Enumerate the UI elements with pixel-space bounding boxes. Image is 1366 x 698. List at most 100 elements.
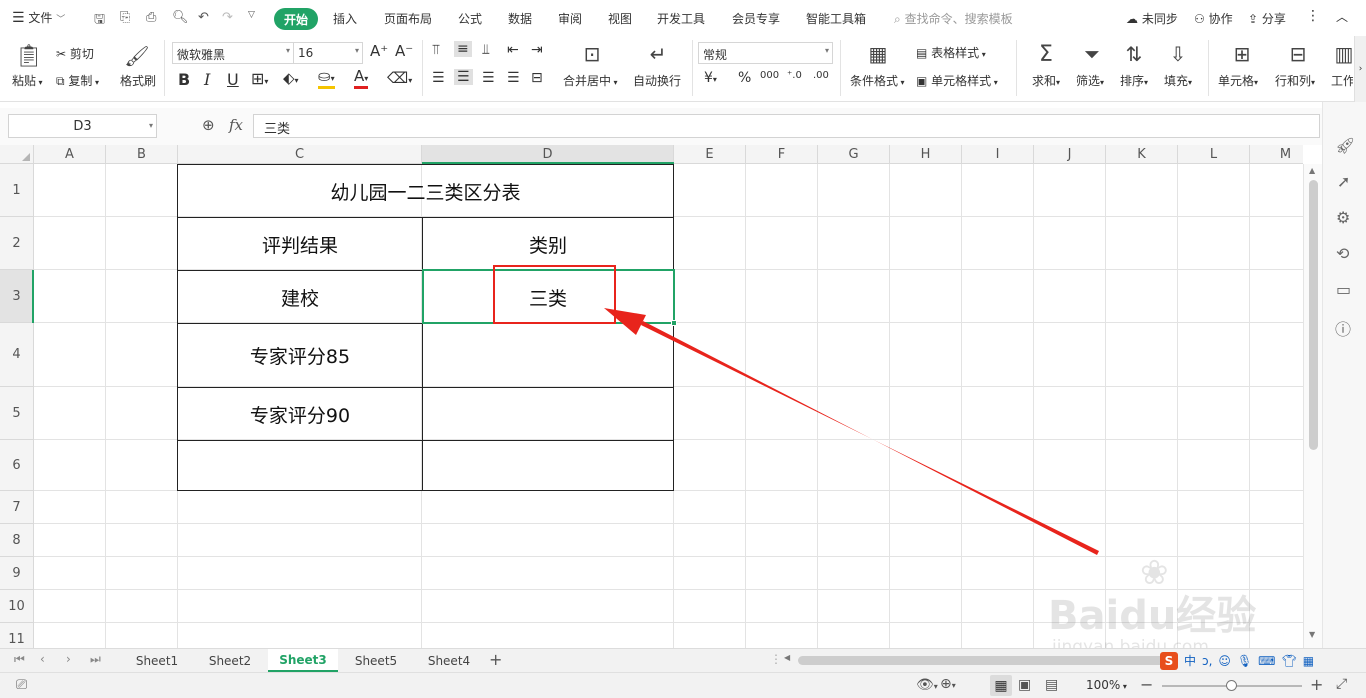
number-format-select[interactable]: 常规 ▾: [698, 42, 833, 64]
fill-icon[interactable]: ⇩: [1164, 40, 1192, 68]
indent-increase-icon[interactable]: ⇥: [531, 42, 543, 58]
keyboard-icon[interactable]: ⌨: [1258, 654, 1275, 668]
tab-member[interactable]: 会员专享: [732, 10, 780, 27]
sheet-tab[interactable]: Sheet2: [196, 649, 264, 672]
formula-input[interactable]: 三类: [253, 114, 1320, 138]
filter-icon[interactable]: ⏷: [1078, 40, 1106, 68]
name-box[interactable]: D3 ▾: [8, 114, 157, 138]
menu-button[interactable]: ☰ 文件 ﹀: [12, 9, 65, 26]
justify-icon[interactable]: ☰: [507, 70, 520, 86]
horizontal-scrollbar[interactable]: ◀: [782, 652, 1182, 668]
distribute-icon[interactable]: ⊟: [531, 70, 543, 86]
paste-icon[interactable]: 📋︎: [14, 42, 44, 70]
cursor-icon[interactable]: ➚: [1337, 172, 1350, 191]
currency-icon[interactable]: ¥▾: [704, 70, 717, 86]
format-painter-button[interactable]: 格式刷: [120, 72, 156, 89]
tab-home[interactable]: 开始: [274, 8, 318, 30]
fill-color-icon[interactable]: ⛀▾: [318, 69, 335, 89]
more-icon[interactable]: ▽: [248, 10, 255, 20]
last-sheet-icon[interactable]: ⏭: [90, 652, 101, 667]
sheet-tab[interactable]: Sheet5: [342, 649, 410, 672]
share-button[interactable]: ⇪ 分享: [1248, 10, 1286, 27]
indent-decrease-icon[interactable]: ⇤: [507, 42, 519, 58]
fill-pattern-icon[interactable]: ⬖▾: [283, 69, 299, 87]
zoom-out-icon[interactable]: −: [1140, 675, 1153, 694]
sheet-tab[interactable]: Sheet4: [414, 649, 484, 672]
table-style-button[interactable]: ▤ 表格样式 ▾: [916, 44, 986, 61]
increase-decimal-icon[interactable]: ⁺.0: [787, 70, 802, 81]
bold-icon[interactable]: B: [178, 70, 190, 89]
redo-icon[interactable]: ↷: [222, 10, 233, 25]
sync-status[interactable]: ☁ 未同步: [1126, 10, 1178, 27]
merge-center-icon[interactable]: ⊡: [576, 40, 608, 68]
worksheet-icon[interactable]: ▥: [1334, 40, 1354, 68]
print-icon[interactable]: ⎙: [146, 10, 156, 25]
paste-button[interactable]: 粘贴 ▾: [12, 72, 43, 89]
conditional-format-icon[interactable]: ▦: [862, 40, 894, 68]
scroll-thumb[interactable]: [1309, 180, 1318, 450]
microphone-icon[interactable]: 🎙︎: [1237, 654, 1252, 668]
sheet-tab[interactable]: Sheet1: [124, 649, 190, 672]
row-col-button[interactable]: 行和列▾: [1275, 72, 1315, 89]
center-view-icon[interactable]: ⊕▾: [940, 676, 956, 692]
worksheet-button[interactable]: 工作: [1331, 72, 1353, 89]
cell-icon[interactable]: ⊞: [1228, 40, 1256, 68]
align-bottom-icon[interactable]: ⫫: [482, 42, 490, 58]
decrease-font-icon[interactable]: A⁻: [395, 42, 413, 60]
tab-view[interactable]: 视图: [608, 10, 632, 27]
align-middle-icon[interactable]: ≡: [454, 41, 472, 57]
ribbon-scroll-right[interactable]: ›: [1354, 36, 1366, 102]
align-top-icon[interactable]: ⫪: [432, 42, 440, 58]
cell-button[interactable]: 单元格▾: [1218, 72, 1258, 89]
font-size-select[interactable]: 16 ▾: [293, 42, 363, 64]
fill-button[interactable]: 填充▾: [1164, 72, 1192, 89]
grid-menu-icon[interactable]: ▦: [1303, 654, 1314, 668]
percent-icon[interactable]: %: [738, 70, 751, 86]
help-icon[interactable]: ⓘ: [1335, 316, 1351, 340]
increase-font-icon[interactable]: A⁺: [370, 42, 388, 60]
wrap-text-button[interactable]: 自动换行: [633, 72, 681, 89]
conditional-format-button[interactable]: 条件格式 ▾: [850, 72, 905, 89]
align-left-icon[interactable]: ☰: [432, 70, 445, 86]
font-color-icon[interactable]: A▾: [354, 69, 369, 89]
zoom-slider[interactable]: [1162, 680, 1302, 691]
split-handle[interactable]: ⋮: [770, 652, 782, 666]
h-scroll-thumb[interactable]: [798, 656, 1168, 665]
underline-icon[interactable]: U: [227, 70, 239, 89]
sort-icon[interactable]: ⇅: [1120, 40, 1148, 68]
page-break-view-icon[interactable]: ▤: [1045, 677, 1058, 693]
fx-icon[interactable]: fx: [229, 116, 243, 134]
align-center-icon[interactable]: ☰: [454, 69, 473, 85]
scroll-up-icon[interactable]: ▲: [1309, 166, 1315, 175]
copy-button[interactable]: ⧉ 复制 ▾: [56, 72, 99, 89]
output-icon[interactable]: ⎘: [120, 10, 130, 25]
prev-sheet-icon[interactable]: ‹: [40, 652, 45, 666]
rocket-icon[interactable]: 🚀︎: [1335, 136, 1355, 155]
macro-record-icon[interactable]: ⎚: [16, 677, 27, 693]
zoom-slider-thumb[interactable]: [1226, 680, 1237, 691]
clear-format-icon[interactable]: ⌫▾: [387, 69, 412, 87]
transform-icon[interactable]: ⟲: [1336, 244, 1349, 263]
zoom-in-icon[interactable]: +: [1310, 675, 1323, 694]
scroll-left-icon[interactable]: ◀: [784, 653, 790, 662]
italic-icon[interactable]: I: [204, 70, 210, 89]
page-layout-view-icon[interactable]: ▣: [1018, 677, 1031, 693]
more-options-icon[interactable]: ⋮: [1306, 8, 1320, 24]
cell-style-button[interactable]: ▣ 单元格样式 ▾: [916, 72, 998, 89]
font-name-select[interactable]: 微软雅黑 ▾: [172, 42, 294, 64]
tab-smart-toolbox[interactable]: 智能工具箱: [806, 10, 866, 27]
normal-view-button[interactable]: ▦: [990, 675, 1012, 696]
add-sheet-icon[interactable]: +: [489, 650, 502, 669]
save-icon[interactable]: 🖫: [94, 10, 105, 32]
fullscreen-icon[interactable]: ⤢: [1336, 676, 1347, 692]
filter-button[interactable]: 筛选▾: [1076, 72, 1104, 89]
wrap-text-icon[interactable]: ↵: [642, 40, 674, 68]
first-sheet-icon[interactable]: ⏮: [14, 652, 25, 667]
chinese-mode-icon[interactable]: 中: [1184, 652, 1196, 669]
sogou-s-icon[interactable]: S: [1160, 651, 1178, 670]
collapse-ribbon-icon[interactable]: ︿: [1336, 8, 1348, 25]
cut-button[interactable]: ✂ 剪切: [56, 45, 94, 62]
tab-data[interactable]: 数据: [508, 10, 532, 27]
vertical-scrollbar[interactable]: ▲ ▼: [1303, 164, 1322, 648]
thousands-icon[interactable]: 000: [760, 70, 779, 81]
